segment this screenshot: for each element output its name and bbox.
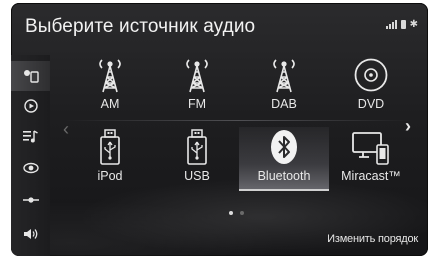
page-title: Выберите источник аудио xyxy=(25,16,256,37)
page-dot[interactable] xyxy=(240,211,244,215)
antenna-icon xyxy=(180,55,214,93)
antenna-icon xyxy=(267,55,301,93)
sidebar-item-playlist[interactable] xyxy=(11,121,50,151)
sidebar-item-view[interactable] xyxy=(11,153,50,183)
row-divider xyxy=(63,120,413,121)
source-label: Miracast™ xyxy=(341,169,401,183)
source-fm-button[interactable]: FM xyxy=(154,55,240,117)
volume-icon xyxy=(23,229,37,239)
source-miracast-button[interactable]: Miracast™ xyxy=(328,127,414,189)
usb-device-icon xyxy=(186,127,208,165)
audio-source-screen: Выберите источник аудио ✱ ‹ › AM FM DAB … xyxy=(11,3,428,256)
pagination-dots xyxy=(229,211,244,215)
sidebar xyxy=(11,55,50,256)
source-label: AM xyxy=(100,97,120,111)
disc-icon xyxy=(353,55,389,93)
source-dvd-button[interactable]: DVD xyxy=(328,55,414,117)
source-usb-button[interactable]: USB xyxy=(154,127,240,189)
sidebar-item-equalizer[interactable] xyxy=(11,185,50,215)
usb-device-icon xyxy=(99,127,121,165)
bluetooth-icon: ✱ xyxy=(409,19,418,30)
equalizer-icon xyxy=(22,197,39,203)
sidebar-item-play[interactable] xyxy=(11,91,50,121)
source-label: Bluetooth xyxy=(257,169,311,183)
source-label: FM xyxy=(187,97,207,111)
eye-icon xyxy=(22,162,39,174)
audio-source-icon xyxy=(23,70,39,83)
bluetooth-icon xyxy=(269,127,299,165)
source-label: DAB xyxy=(271,97,297,111)
source-ipod-button[interactable]: iPod xyxy=(67,127,153,189)
battery-icon xyxy=(400,20,406,29)
screen-phone-icon xyxy=(351,127,391,165)
page-dot-active[interactable] xyxy=(229,211,233,215)
reorder-button[interactable]: Изменить порядок xyxy=(323,231,422,247)
source-label: USB xyxy=(184,169,210,183)
status-bar: ✱ xyxy=(385,19,418,30)
source-dab-button[interactable]: DAB xyxy=(241,55,327,117)
antenna-icon xyxy=(93,55,127,93)
playlist-icon xyxy=(22,129,38,142)
signal-icon xyxy=(385,20,397,29)
sidebar-item-audio-source[interactable] xyxy=(11,61,50,91)
play-icon xyxy=(23,99,38,113)
source-bluetooth-button[interactable]: Bluetooth xyxy=(239,127,329,191)
source-am-button[interactable]: AM xyxy=(67,55,153,117)
source-label: DVD xyxy=(357,97,385,111)
source-label: iPod xyxy=(97,169,123,183)
sidebar-item-volume[interactable] xyxy=(11,219,50,249)
